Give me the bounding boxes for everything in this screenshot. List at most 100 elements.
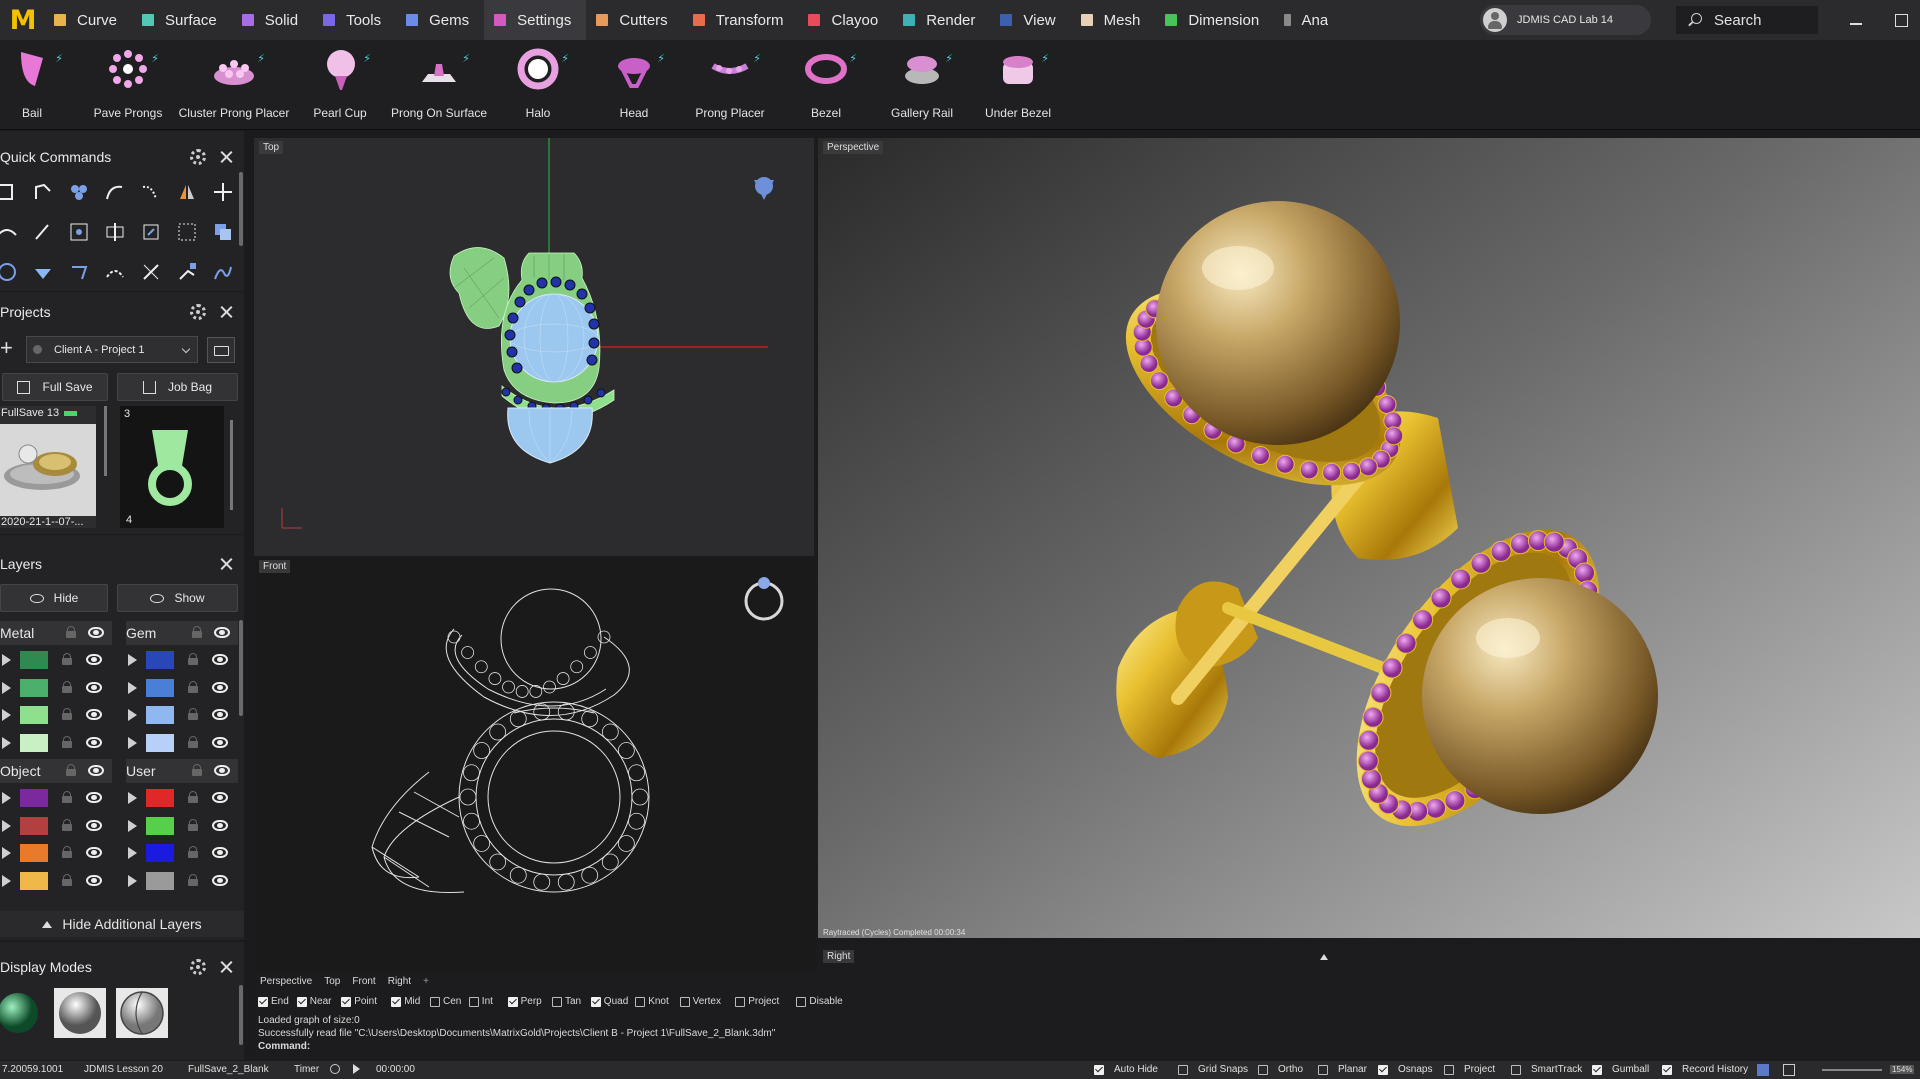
lock-icon[interactable] (62, 846, 72, 858)
lock-icon[interactable] (66, 626, 76, 638)
osnap-vertex[interactable]: Vertex (679, 996, 721, 1007)
layers-scrollbar[interactable] (239, 620, 243, 716)
offset-icon[interactable] (0, 221, 18, 243)
layer-color-swatch[interactable] (146, 871, 174, 890)
expand-icon[interactable] (2, 874, 11, 887)
osnap-int[interactable]: Int (468, 996, 493, 1007)
menu-tab-gems[interactable]: Gems (396, 0, 484, 40)
expand-icon[interactable] (2, 736, 11, 749)
layer-color-swatch[interactable] (20, 789, 48, 807)
lock-icon[interactable] (192, 626, 202, 638)
display-mode-ghosted[interactable] (116, 988, 168, 1038)
command-prompt[interactable]: Command: (258, 1041, 310, 1052)
menu-tab-curve[interactable]: Curve (44, 0, 132, 40)
layer-row[interactable] (126, 648, 238, 672)
layer-color-swatch[interactable] (146, 706, 174, 724)
lock-icon[interactable] (188, 680, 198, 693)
quick-commands-scrollbar[interactable] (239, 172, 243, 246)
viewport-label[interactable]: Front (259, 560, 291, 573)
checkbox[interactable] (507, 996, 518, 1007)
open-folder-button[interactable] (207, 337, 235, 363)
lock-icon[interactable] (62, 873, 72, 886)
expand-icon[interactable] (128, 792, 137, 804)
expand-icon[interactable] (2, 819, 11, 832)
expand-icon[interactable] (128, 654, 137, 666)
reset-timer-icon[interactable] (330, 1064, 340, 1074)
user-account[interactable]: JDMIS CAD Lab 14 (1480, 5, 1651, 35)
expand-icon[interactable] (128, 736, 137, 749)
viewport-tab-perspective[interactable]: Perspective (260, 976, 312, 987)
layer-group-gem[interactable]: Gem (126, 621, 238, 645)
osnap-end[interactable]: End (258, 996, 289, 1007)
lock-icon[interactable] (192, 764, 202, 776)
menu-tab-transform[interactable]: Transform (683, 0, 799, 40)
menu-tab-mesh[interactable]: Mesh (1071, 0, 1156, 40)
checkbox[interactable] (468, 996, 479, 1007)
viewport-perspective[interactable]: Perspective Raytraced (Cycles) Completed… (818, 138, 1920, 938)
window-icon[interactable] (1783, 1064, 1795, 1076)
checkbox[interactable] (1094, 1064, 1104, 1075)
layer-row[interactable] (0, 841, 112, 865)
viewport-label[interactable]: Top (259, 141, 284, 154)
layout-icon[interactable] (1757, 1064, 1769, 1076)
checkbox[interactable] (1178, 1064, 1188, 1075)
gear-icon[interactable] (190, 149, 206, 165)
menu-tab-surface[interactable]: Surface (132, 0, 232, 40)
checkbox[interactable] (296, 996, 307, 1007)
toggle-planar[interactable]: Planar (1318, 1064, 1367, 1075)
expand-icon[interactable] (2, 681, 11, 694)
thumb-scrollbar[interactable] (104, 406, 107, 476)
layer-row[interactable] (126, 786, 238, 810)
menu-tab-clayoo[interactable]: Clayoo (798, 0, 893, 40)
toggle-record-history[interactable]: Record History (1662, 1064, 1748, 1075)
lock-icon[interactable] (62, 818, 72, 831)
eye-icon[interactable] (212, 681, 228, 693)
trim-icon[interactable] (140, 261, 162, 283)
circle-icon[interactable] (0, 261, 18, 283)
layer-group-object[interactable]: Object (0, 759, 112, 783)
checkbox[interactable] (430, 996, 440, 1007)
checkbox[interactable] (635, 996, 646, 1007)
viewport-tab-right[interactable]: Right (388, 976, 411, 987)
checkbox[interactable] (391, 996, 402, 1007)
checkbox[interactable] (1592, 1064, 1602, 1075)
toggle-grid-snaps[interactable]: Grid Snaps (1178, 1064, 1248, 1075)
expand-icon[interactable] (2, 847, 11, 859)
osnap-mid[interactable]: Mid (391, 996, 420, 1007)
checkbox[interactable] (1511, 1064, 1521, 1075)
layer-color-swatch[interactable] (20, 816, 48, 835)
ribbon-cluster-prong-button[interactable]: ⚡ Cluster Prong Placer (174, 40, 294, 130)
osnap-perp[interactable]: Perp (507, 996, 542, 1007)
layer-row[interactable] (126, 703, 238, 727)
viewport-tab-front[interactable]: Front (352, 976, 375, 987)
osnap-point[interactable]: Point (341, 996, 377, 1007)
checkbox[interactable] (552, 996, 562, 1007)
gem-icon[interactable] (32, 261, 54, 283)
layer-group-metal[interactable]: Metal (0, 621, 112, 645)
polyline-icon[interactable] (32, 181, 54, 203)
layer-color-swatch[interactable] (146, 733, 174, 752)
extrude-icon[interactable] (68, 261, 90, 283)
close-icon[interactable] (218, 304, 234, 320)
lock-icon[interactable] (188, 873, 198, 886)
checkbox[interactable] (1378, 1064, 1388, 1075)
array-icon[interactable] (68, 221, 90, 243)
app-logo[interactable]: M (0, 0, 44, 40)
boolean-icon[interactable] (212, 221, 234, 243)
eye-icon[interactable] (86, 847, 102, 858)
expand-icon[interactable] (2, 654, 11, 666)
split-icon[interactable] (104, 221, 126, 243)
menu-tab-ana[interactable]: Ana (1274, 0, 1328, 40)
lock-icon[interactable] (188, 846, 198, 858)
eye-icon[interactable] (86, 819, 102, 831)
checkbox[interactable] (341, 996, 352, 1007)
viewport-front[interactable]: Front (254, 557, 814, 972)
eye-icon[interactable] (86, 736, 102, 748)
expand-icon[interactable] (2, 709, 11, 721)
checkbox[interactable] (590, 996, 601, 1007)
expand-icon[interactable] (128, 874, 137, 887)
layer-row[interactable] (0, 814, 112, 838)
menu-tab-tools[interactable]: Tools (313, 0, 396, 40)
eye-icon[interactable] (212, 874, 228, 886)
menu-tab-dimension[interactable]: Dimension (1155, 0, 1274, 40)
